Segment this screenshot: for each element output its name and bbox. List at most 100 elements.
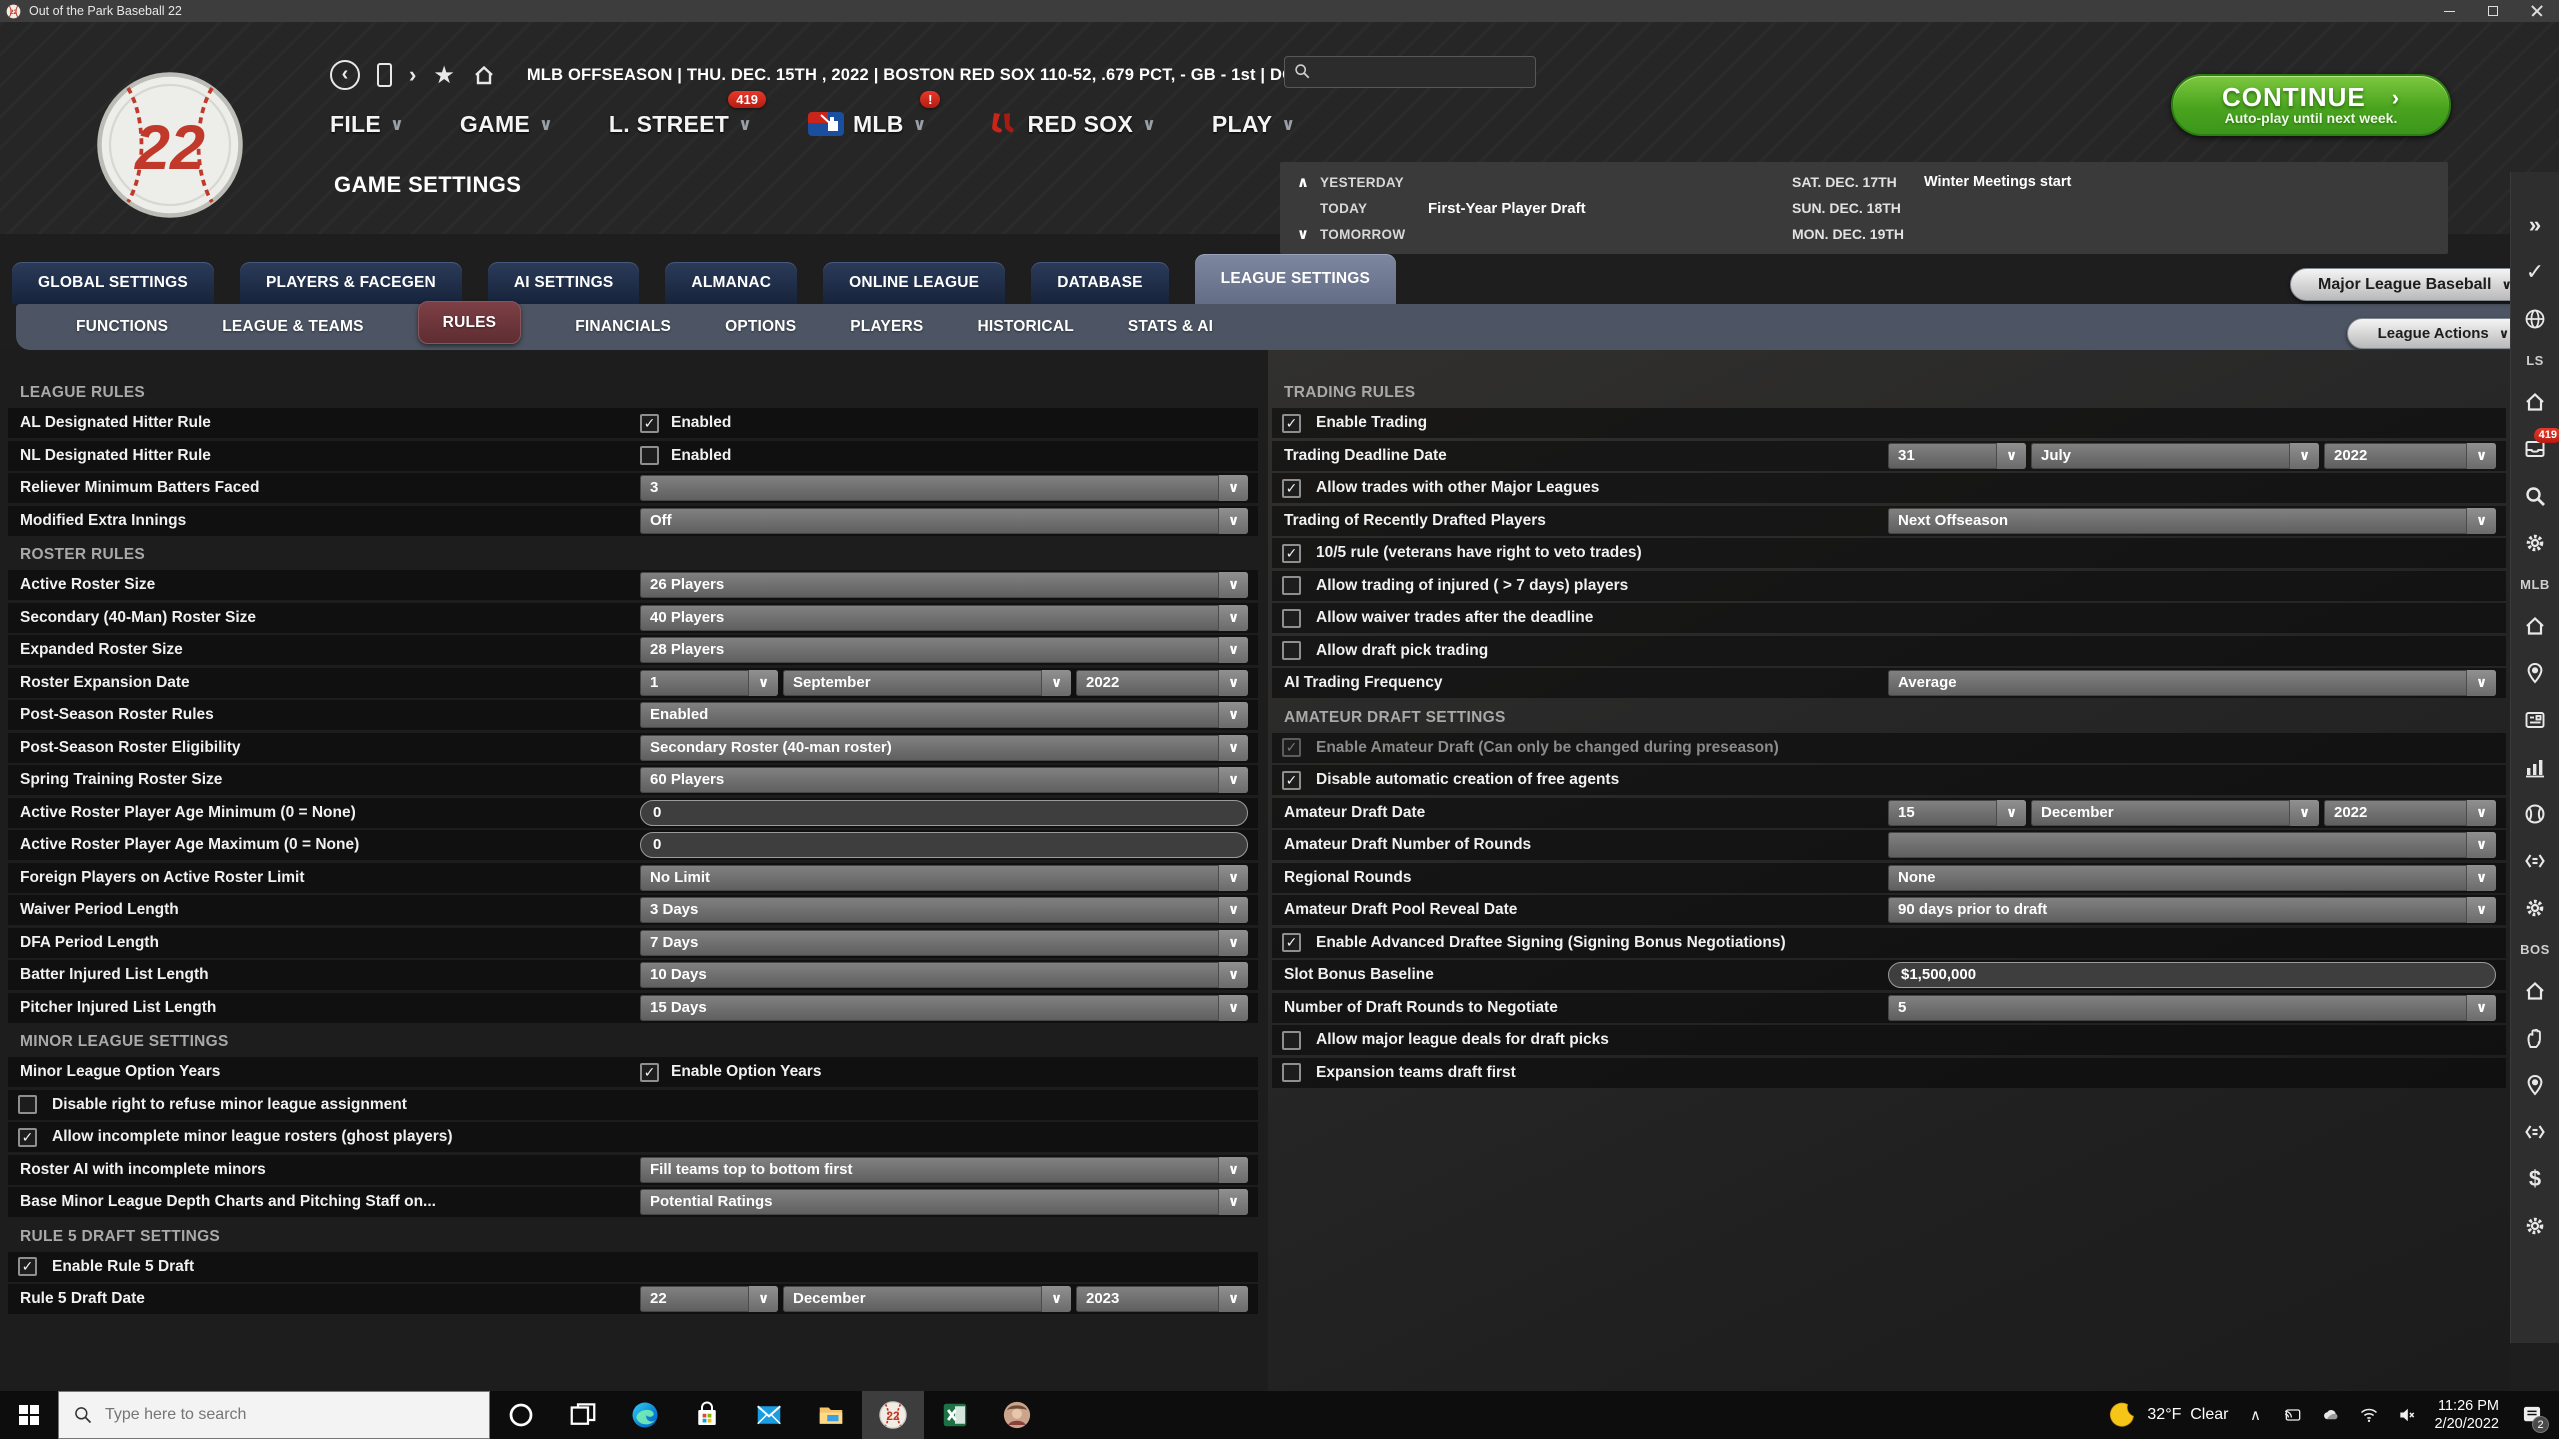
bookmark-star-icon[interactable]: ★ [433, 61, 455, 90]
day-dropdown[interactable]: 15∨ [1888, 800, 2026, 826]
pin-icon[interactable] [2522, 660, 2548, 686]
trade-icon[interactable] [2522, 1119, 2548, 1145]
subtab-league-teams[interactable]: LEAGUE & TEAMS [222, 318, 363, 336]
inbox-icon[interactable]: 419 [2522, 436, 2548, 462]
day-dropdown[interactable]: 31∨ [1888, 443, 2026, 469]
home-icon[interactable] [2522, 389, 2548, 415]
checkbox[interactable] [1282, 576, 1301, 595]
taskbar-app-explorer[interactable] [800, 1391, 862, 1439]
taskbar-search-input[interactable] [105, 1406, 475, 1424]
chevrons-right-icon[interactable]: » [2522, 212, 2548, 238]
text-input[interactable]: $1,500,000 [1888, 962, 2496, 988]
dropdown[interactable]: 15 Days∨ [640, 995, 1248, 1021]
month-dropdown[interactable]: September∨ [783, 670, 1071, 696]
start-button[interactable] [0, 1391, 58, 1439]
weather-widget[interactable]: 32°F Clear [2109, 1401, 2228, 1429]
tab-global-settings[interactable]: GLOBAL SETTINGS [12, 262, 214, 304]
checkbox[interactable] [640, 446, 659, 465]
dropdown[interactable]: Next Offseason∨ [1888, 508, 2496, 534]
taskbar-app-ootp[interactable]: 22 [862, 1391, 924, 1439]
schedule-note[interactable]: Winter Meetings start [1924, 174, 2071, 190]
checkbox[interactable]: ✓ [1282, 771, 1301, 790]
maximize-button[interactable] [2471, 0, 2515, 22]
subtab-stats-ai[interactable]: STATS & AI [1128, 318, 1213, 336]
notification-center-button[interactable]: 2 [2515, 1391, 2549, 1439]
subtab-functions[interactable]: FUNCTIONS [76, 318, 168, 336]
taskbar-app-excel[interactable] [924, 1391, 986, 1439]
checkbox[interactable]: ✓ [1282, 933, 1301, 952]
forward-icon[interactable]: › [409, 62, 416, 88]
taskbar-app-person[interactable] [986, 1391, 1048, 1439]
checkbox[interactable]: ✓ [640, 414, 659, 433]
taskbar-app-cortana[interactable] [490, 1391, 552, 1439]
gear-icon[interactable] [2522, 530, 2548, 556]
month-dropdown[interactable]: July∨ [2031, 443, 2319, 469]
onedrive-icon[interactable] [2320, 1404, 2342, 1426]
subtab-players[interactable]: PLAYERS [850, 318, 923, 336]
subtab-options[interactable]: OPTIONS [725, 318, 796, 336]
hidden-icons-chevron[interactable]: ∧ [2244, 1404, 2266, 1426]
year-dropdown[interactable]: 2022∨ [2324, 443, 2496, 469]
dropdown[interactable]: Potential Ratings∨ [640, 1189, 1248, 1215]
top-search-input[interactable] [1311, 64, 1527, 80]
menu-l-street[interactable]: L. STREET∨419 [609, 111, 752, 138]
text-input[interactable]: 0 [640, 800, 1248, 826]
baseball-icon[interactable] [2522, 801, 2548, 827]
month-dropdown[interactable]: December∨ [783, 1286, 1071, 1312]
gear-icon[interactable] [2522, 895, 2548, 921]
day-dropdown[interactable]: 1∨ [640, 670, 778, 696]
continue-button[interactable]: CONTINUE › Auto-play until next week. [2171, 74, 2451, 136]
taskbar-app-taskview[interactable] [552, 1391, 614, 1439]
dropdown[interactable]: Secondary Roster (40-man roster)∨ [640, 735, 1248, 761]
dropdown[interactable]: Enabled∨ [640, 702, 1248, 728]
subtab-financials[interactable]: FINANCIALS [575, 318, 671, 336]
checkbox[interactable] [1282, 1063, 1301, 1082]
back-icon[interactable]: ‹ [330, 60, 360, 90]
checkbox[interactable] [1282, 609, 1301, 628]
home-icon[interactable] [2522, 978, 2548, 1004]
league-selector-dropdown[interactable]: Major League Baseball ∨ [2290, 268, 2540, 301]
tab-players-facegen[interactable]: PLAYERS & FACEGEN [240, 262, 462, 304]
dropdown[interactable]: Average∨ [1888, 670, 2496, 696]
taskbar-app-mail[interactable] [738, 1391, 800, 1439]
pin-icon[interactable] [2522, 1072, 2548, 1098]
dropdown[interactable]: Fill teams top to bottom first∨ [640, 1157, 1248, 1183]
menu-file[interactable]: FILE∨ [330, 111, 404, 138]
subtab-rules[interactable]: RULES [418, 301, 522, 344]
scroll-up-icon[interactable]: ∧ [1294, 173, 1312, 191]
close-button[interactable] [2515, 0, 2559, 22]
dropdown[interactable]: 90 days prior to draft∨ [1888, 897, 2496, 923]
schedule-event[interactable]: First-Year Player Draft [1428, 200, 1586, 217]
menu-game[interactable]: GAME∨ [460, 111, 553, 138]
year-dropdown[interactable]: 2022∨ [1076, 670, 1248, 696]
gear-icon[interactable] [2522, 1213, 2548, 1239]
checkbox[interactable] [18, 1095, 37, 1114]
month-dropdown[interactable]: December∨ [2031, 800, 2319, 826]
dollar-icon[interactable]: $ [2522, 1166, 2548, 1192]
taskbar-search-box[interactable] [58, 1391, 490, 1439]
taskbar-app-edge[interactable] [614, 1391, 676, 1439]
day-dropdown[interactable]: 22∨ [640, 1286, 778, 1312]
tab-online-league[interactable]: ONLINE LEAGUE [823, 262, 1005, 304]
dropdown[interactable]: 40 Players∨ [640, 605, 1248, 631]
glove-icon[interactable] [2522, 1025, 2548, 1051]
chart-icon[interactable] [2522, 754, 2548, 780]
dropdown[interactable]: Off∨ [640, 508, 1248, 534]
search-icon[interactable] [2522, 483, 2548, 509]
dropdown[interactable]: 28 Players∨ [640, 637, 1248, 663]
dropdown[interactable]: ∨ [1888, 832, 2496, 858]
dropdown[interactable]: 26 Players∨ [640, 572, 1248, 598]
year-dropdown[interactable]: 2023∨ [1076, 1286, 1248, 1312]
top-search-box[interactable] [1284, 56, 1536, 88]
globe-icon[interactable] [2522, 306, 2548, 332]
text-input[interactable]: 0 [640, 832, 1248, 858]
checkbox[interactable]: ✓ [1282, 544, 1301, 563]
checkbox[interactable] [1282, 641, 1301, 660]
news-icon[interactable] [2522, 707, 2548, 733]
check-icon[interactable]: ✓ [2522, 259, 2548, 285]
menu-play[interactable]: PLAY∨ [1212, 111, 1295, 138]
menu-mlb[interactable]: MLB∨! [808, 111, 927, 138]
dropdown[interactable]: 5∨ [1888, 995, 2496, 1021]
dropdown[interactable]: 10 Days∨ [640, 962, 1248, 988]
subtab-historical[interactable]: HISTORICAL [977, 318, 1073, 336]
